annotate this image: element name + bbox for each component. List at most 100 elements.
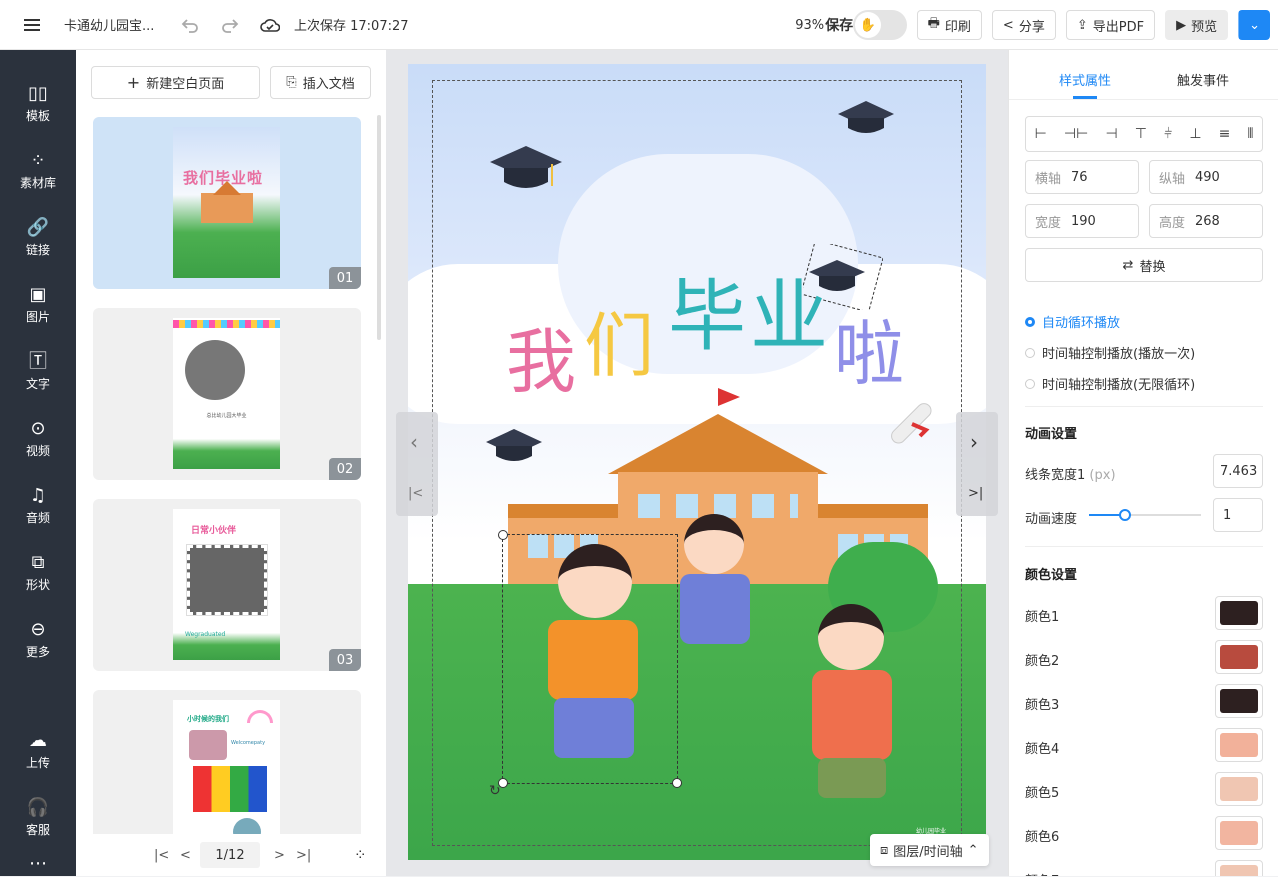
print-button[interactable]: 🖶 印刷 <box>916 10 982 40</box>
color-label: 颜色1 <box>1025 610 1060 625</box>
grid-view-icon[interactable]: ⁘ <box>354 846 367 864</box>
menu-icon[interactable] <box>0 0 64 50</box>
save-button[interactable]: 保存 ⌄ <box>825 10 1270 40</box>
align-right-icon[interactable]: ⊣ <box>1105 126 1117 142</box>
tab-events[interactable]: 触发事件 <box>1177 70 1229 89</box>
tab-style[interactable]: 样式属性 <box>1059 70 1111 89</box>
align-top-icon[interactable]: ⊤ <box>1135 126 1147 142</box>
chevron-left-icon: ‹ <box>410 430 418 454</box>
pages-scrollbar[interactable] <box>377 115 381 340</box>
color-swatch-fill <box>1220 821 1258 845</box>
distribute-h-icon[interactable]: ⫴ <box>1248 126 1254 142</box>
insert-doc-button[interactable]: ⎘ 插入文档 <box>270 66 371 99</box>
nav-upload[interactable]: ☁ 上传 <box>0 731 76 771</box>
thumb-title: 日常小伙伴 <box>191 526 237 536</box>
poster-page[interactable]: 我 们 毕 业 啦 幼儿园毕业 ↻ <box>408 64 986 860</box>
distribute-v-icon[interactable]: ≡ <box>1219 126 1231 142</box>
line-width-input[interactable]: 7.463 <box>1213 454 1263 488</box>
undo-icon[interactable] <box>170 17 210 33</box>
shape-icon: ⧉ <box>31 552 45 573</box>
cloud-save-icon <box>250 17 290 33</box>
align-left-icon[interactable]: ⊢ <box>1035 126 1047 142</box>
align-center-h-icon[interactable]: ⊣⊢ <box>1064 126 1088 142</box>
layers-timeline-button[interactable]: ⧈ 图层/时间轴 ⌃ <box>870 834 989 866</box>
nav-audio[interactable]: ♫ 音频 <box>0 486 76 526</box>
resize-handle[interactable] <box>498 530 508 540</box>
color-swatch[interactable] <box>1215 728 1263 762</box>
color-swatch[interactable] <box>1215 860 1263 876</box>
nav-link[interactable]: 🔗 链接 <box>0 218 76 258</box>
resize-handle[interactable] <box>672 778 682 788</box>
width-field[interactable]: 宽度 190 <box>1025 204 1139 238</box>
speed-input[interactable]: 1 <box>1213 498 1263 532</box>
page-indicator[interactable]: 1/12 <box>200 842 260 868</box>
last-page-icon[interactable]: >| <box>296 848 311 863</box>
align-toolbar: ⊢ ⊣⊢ ⊣ ⊤ ⫩ ⊥ ≡ ⫴ <box>1025 116 1263 152</box>
editor-canvas[interactable]: 我 们 毕 业 啦 幼儿园毕业 ↻ ‹ |< › >| ⧈ 图层/时间轴 ⌃ <box>386 50 1008 876</box>
speed-slider[interactable] <box>1089 509 1201 521</box>
color-swatch[interactable] <box>1215 684 1263 718</box>
thumb-sub: Welcomepaty <box>231 740 266 746</box>
color-swatch-fill <box>1220 645 1258 669</box>
thumb-image: 小时候的我们 Welcomepaty <box>173 700 280 851</box>
page-number: 02 <box>329 458 361 480</box>
export-icon: ⇪ <box>1076 17 1088 33</box>
page-thumb-1[interactable]: 我们毕业啦 01 <box>93 117 361 289</box>
nav-overflow[interactable]: ⋯ <box>0 854 76 877</box>
radio-timeline-loop[interactable]: 时间轴控制播放(无限循环) <box>1025 374 1195 393</box>
selected-element-box[interactable]: ↻ <box>489 530 682 799</box>
x-field[interactable]: 横轴 76 <box>1025 160 1139 194</box>
video-icon: ⊙ <box>30 418 46 439</box>
nav-shape[interactable]: ⧉ 形状 <box>0 553 76 593</box>
radio-icon <box>1025 316 1035 327</box>
share-button[interactable]: < 分享 <box>991 10 1056 40</box>
page-thumb-3[interactable]: 日常小伙伴 Wegraduated 03 <box>93 499 361 671</box>
nav-templates[interactable]: ▯▯ 模板 <box>0 84 76 124</box>
page-thumb-4[interactable]: 小时候的我们 Welcomepaty <box>93 690 361 851</box>
layers-icon: ⧈ <box>880 842 889 858</box>
color-swatch[interactable] <box>1215 640 1263 674</box>
pages-panel: + 新建空白页面 ⎘ 插入文档 我们毕业啦 01 总比幼儿园大毕业 02 日常小伙伴… <box>76 50 386 876</box>
nav-materials[interactable]: ⁘ 素材库 <box>0 151 76 191</box>
y-field[interactable]: 纵轴 490 <box>1149 160 1263 194</box>
image-icon: ▣ <box>29 284 47 305</box>
color-swatch[interactable] <box>1215 816 1263 850</box>
new-page-button[interactable]: + 新建空白页面 <box>91 66 260 99</box>
chevron-down-icon[interactable]: ⌄ <box>1238 10 1270 40</box>
page-thumb-2[interactable]: 总比幼儿园大毕业 02 <box>93 308 361 480</box>
document-title[interactable]: 卡通幼儿园宝... <box>64 15 164 34</box>
ellipsis-icon: ⋯ <box>29 853 47 874</box>
color-label: 颜色4 <box>1025 742 1060 757</box>
next-page-icon[interactable]: > <box>274 848 285 863</box>
chevron-up-icon: ⌃ <box>967 842 979 858</box>
upload-icon: ☁ <box>29 730 47 751</box>
next-page-button[interactable]: › >| <box>956 412 998 516</box>
color-swatch[interactable] <box>1215 772 1263 806</box>
pagination-bar: |< < 1/12 > >| ⁘ <box>76 834 386 876</box>
height-field[interactable]: 高度 268 <box>1149 204 1263 238</box>
export-pdf-button[interactable]: ⇪ 导出PDF <box>1065 10 1156 40</box>
nav-text[interactable]: 🅃 文字 <box>0 352 76 392</box>
align-bottom-icon[interactable]: ⊥ <box>1189 126 1201 142</box>
color-swatch[interactable] <box>1215 596 1263 630</box>
prev-page-icon[interactable]: < <box>180 848 191 863</box>
color-label: 颜色6 <box>1025 830 1060 845</box>
nav-image[interactable]: ▣ 图片 <box>0 285 76 325</box>
preview-button[interactable]: ▶ 预览 <box>1165 10 1229 40</box>
plus-icon: + <box>126 73 141 92</box>
replace-button[interactable]: ⇄ 替换 <box>1025 248 1263 282</box>
rotate-icon[interactable]: ↻ <box>489 783 501 799</box>
prev-page-button[interactable]: ‹ |< <box>396 412 438 516</box>
align-middle-v-icon[interactable]: ⫩ <box>1164 126 1172 142</box>
nav-support[interactable]: 🎧 客服 <box>0 798 76 838</box>
speed-slider-handle[interactable] <box>1118 509 1131 521</box>
first-page-icon[interactable]: |< <box>154 848 169 863</box>
radio-auto-loop[interactable]: 自动循环播放 <box>1025 312 1120 331</box>
nav-video[interactable]: ⊙ 视频 <box>0 419 76 459</box>
redo-icon[interactable] <box>210 17 250 33</box>
line-width-label: 线条宽度1 (px) <box>1025 468 1116 483</box>
first-page-icon: |< <box>408 486 424 501</box>
properties-panel: 样式属性 触发事件 ⊢ ⊣⊢ ⊣ ⊤ ⫩ ⊥ ≡ ⫴ 横轴 76 纵轴 490 宽度… <box>1008 50 1278 876</box>
nav-more[interactable]: ⊖ 更多 <box>0 620 76 660</box>
radio-timeline-once[interactable]: 时间轴控制播放(播放一次) <box>1025 343 1195 362</box>
